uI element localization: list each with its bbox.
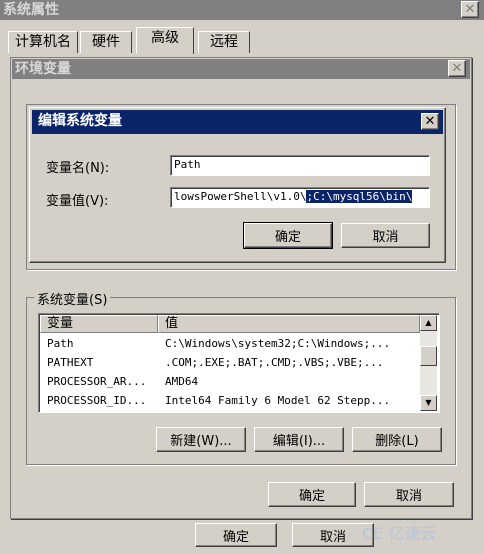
variable-value-text: lowsPowerShell\v1.0\ <box>174 190 307 203</box>
scrollbar-thumb[interactable] <box>420 346 437 366</box>
row-variable-value: .COM;.EXE;.BAT;.CMD;.VBS;.VBE;... <box>165 356 384 369</box>
tab-hardware[interactable]: 硬件 <box>80 31 132 53</box>
table-row[interactable]: PATHEXT .COM;.EXE;.BAT;.CMD;.VBS;.VBE;..… <box>41 353 419 372</box>
edit-dialog-ok-button[interactable]: 确定 <box>243 222 333 249</box>
row-variable-name: Path <box>47 337 74 350</box>
row-variable-value: C:\Windows\system32;C:\Windows;... <box>165 337 391 350</box>
system-properties-title: 系统属性 <box>3 2 59 18</box>
edit-dialog-cancel-button[interactable]: 取消 <box>341 223 430 248</box>
variable-value-label: 变量值(V): <box>46 194 109 209</box>
variable-value-field[interactable]: lowsPowerShell\v1.0\;C:\mysql56\bin\ <box>170 187 430 208</box>
table-row[interactable]: Path C:\Windows\system32;C:\Windows;... <box>41 334 419 353</box>
system-properties-close-icon[interactable]: ✕ <box>461 1 479 18</box>
variable-name-label: 变量名(N): <box>46 161 110 176</box>
row-variable-value: AMD64 <box>165 375 199 388</box>
row-variable-name: PROCESSOR_ID... <box>47 394 147 407</box>
system-properties-titlebar: 系统属性 <box>0 0 484 20</box>
table-row[interactable]: PROCESSOR_AR... AMD64 <box>41 372 419 391</box>
table-row[interactable]: PROCESSOR_ID... Intel64 Family 6 Model 6… <box>41 391 419 410</box>
variable-value-selected-text: ;C:\mysql56\bin\ <box>306 190 413 203</box>
edit-dialog-titlebar: 编辑系统变量 <box>32 110 443 134</box>
env-ok-button[interactable]: 确定 <box>268 482 356 507</box>
column-header-value[interactable]: 值 <box>158 315 420 333</box>
env-variables-close-icon[interactable]: ✕ <box>448 60 466 77</box>
column-header-variable[interactable]: 变量 <box>40 315 158 333</box>
watermark-text: CE 亿速云 <box>362 524 437 543</box>
env-variables-titlebar: 环境变量 <box>12 59 470 79</box>
delete-variable-button[interactable]: 删除(L) <box>352 427 442 452</box>
row-variable-name: PATHEXT <box>47 356 94 369</box>
edit-dialog-close-icon[interactable]: ✕ <box>421 113 439 130</box>
row-variable-name: PROCESSOR_AR... <box>47 375 147 388</box>
tab-remote[interactable]: 远程 <box>198 31 250 53</box>
variable-name-field[interactable]: Path <box>170 155 430 176</box>
new-variable-button[interactable]: 新建(W)... <box>156 427 246 452</box>
row-variable-value: Intel64 Family 6 Model 62 Stepp... <box>165 394 391 407</box>
scroll-up-icon[interactable]: ▲ <box>420 315 437 331</box>
system-properties-ok-button[interactable]: 确定 <box>195 523 277 547</box>
tab-computer-name[interactable]: 计算机名 <box>8 31 78 53</box>
tab-advanced[interactable]: 高级 <box>136 27 194 54</box>
system-variables-label: 系统变量(S) <box>34 289 111 308</box>
edit-dialog-title: 编辑系统变量 <box>38 113 122 129</box>
edit-variable-button[interactable]: 编辑(I)... <box>254 427 344 452</box>
env-cancel-button[interactable]: 取消 <box>364 482 454 507</box>
env-variables-title: 环境变量 <box>15 61 71 77</box>
scroll-down-icon[interactable]: ▼ <box>420 395 437 411</box>
